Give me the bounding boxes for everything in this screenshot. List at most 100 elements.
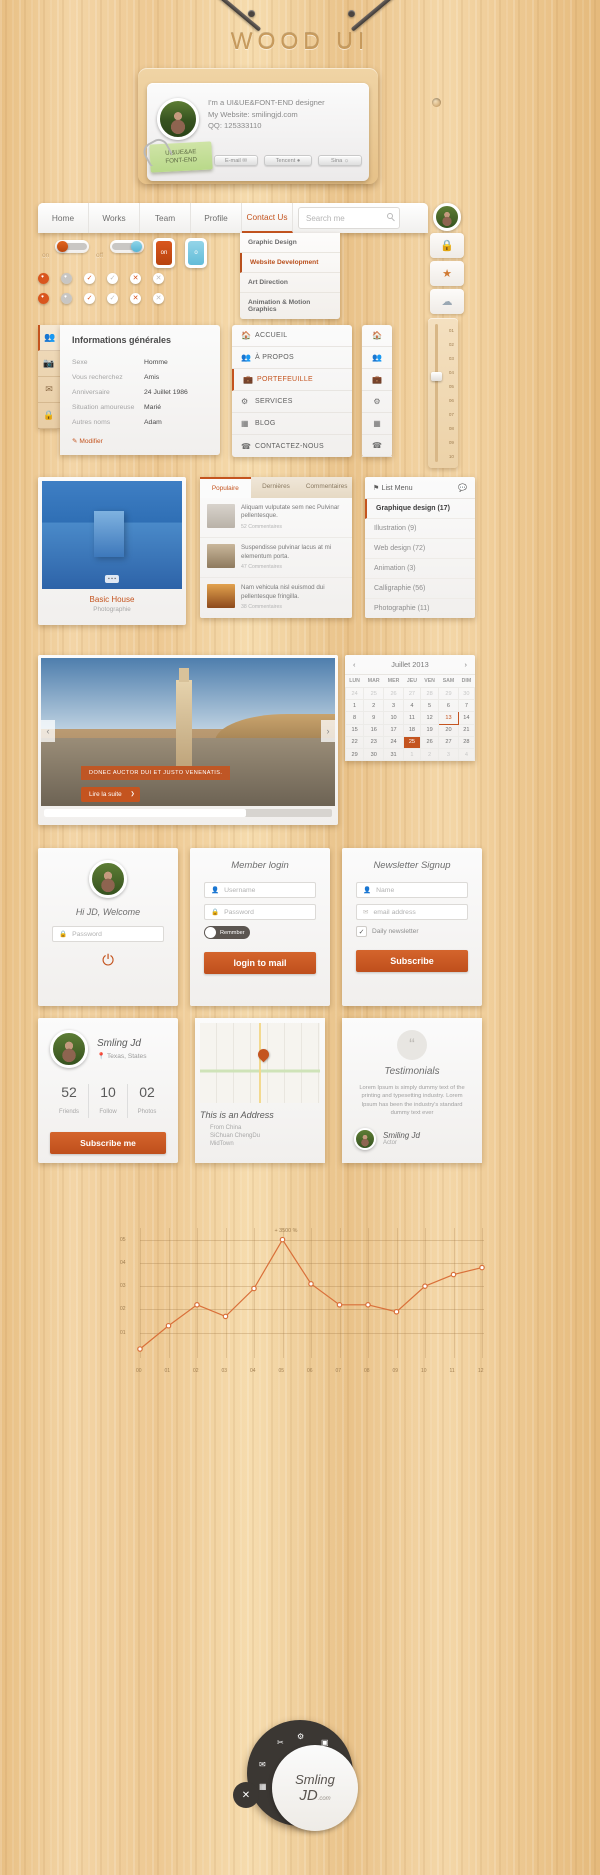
calendar-day[interactable]: 24 [383, 735, 404, 749]
tab-row[interactable]: Nam vehicula nisl euismod dui pellentesq… [200, 578, 352, 617]
calendar-day[interactable]: 3 [383, 699, 404, 713]
calendar-day[interactable]: 26 [420, 735, 440, 749]
icon-menu-users[interactable]: 👥 [362, 347, 392, 369]
toggle-knob[interactable] [57, 241, 68, 252]
toggle-switch-on[interactable] [55, 240, 89, 253]
dot-filled-orange[interactable] [38, 273, 49, 284]
calendar-day[interactable]: 26 [383, 686, 404, 701]
hero-next-button[interactable]: › [321, 720, 335, 742]
name-input[interactable]: 👤 Name [356, 882, 468, 898]
calendar-day[interactable]: 27 [402, 686, 422, 701]
chart-point[interactable] [450, 1271, 457, 1278]
calendar-day[interactable]: 27 [438, 735, 459, 749]
toggle-knob-2[interactable] [131, 241, 142, 252]
nav-item-team[interactable]: Team [140, 203, 191, 233]
mail-icon-2[interactable]: ✉ [259, 1760, 266, 1769]
calendar-day[interactable]: 25 [363, 686, 385, 701]
calendar-day[interactable]: 29 [344, 747, 365, 762]
footer-close-button[interactable]: ✕ [233, 1782, 259, 1808]
side-tab-mail[interactable]: ✉ [38, 377, 60, 403]
comment-icon[interactable]: 💬 [458, 483, 467, 492]
search-icon[interactable] [387, 213, 393, 219]
cross-grey-icon[interactable]: ✕ [153, 273, 164, 284]
calendar-day[interactable]: 10 [383, 711, 404, 725]
subscribe-button[interactable]: Subscribe [356, 950, 468, 972]
calendar-day[interactable]: 12 [420, 711, 440, 725]
hero-read-more-button[interactable]: Lire la suite [81, 787, 140, 802]
vmenu-item-contactez-nous[interactable]: ☎ CONTACTEZ-NOUS [232, 435, 352, 457]
calendar-day[interactable]: 8 [344, 711, 365, 725]
icon-menu-briefcase[interactable]: 💼 [362, 369, 392, 391]
calendar-day[interactable]: 23 [363, 735, 385, 749]
nav-avatar[interactable] [433, 203, 461, 231]
calendar-day[interactable]: 13 [438, 711, 459, 725]
nav-item-contact-us[interactable]: Contact Us [242, 203, 293, 233]
icon-menu-phone[interactable]: ☎ [362, 435, 392, 457]
check-orange-icon[interactable]: ✓ [84, 273, 95, 284]
check-orange-icon-2[interactable]: ✓ [84, 293, 95, 304]
gallery-dots[interactable]: ▪ ▪ ▪ [104, 575, 120, 583]
side-tab-lock[interactable]: 🔒 [38, 403, 60, 429]
vmenu-item-services[interactable]: ⚙ SERVICES [232, 391, 352, 413]
calendar-day[interactable]: 14 [457, 711, 476, 725]
calendar-day[interactable]: 19 [420, 723, 440, 737]
nav-item-profile[interactable]: Profile [191, 203, 242, 233]
slider-knob[interactable] [431, 372, 442, 381]
edit-button[interactable]: ✎ Modifier [72, 437, 208, 445]
vertical-slider[interactable]: 01 02 03 04 05 06 07 08 09 10 [428, 318, 458, 468]
tab-row[interactable]: Aliquam vulputate sem nec Pulvinar pelle… [200, 498, 352, 539]
calendar-day[interactable]: 17 [383, 723, 404, 737]
side-tab-users[interactable]: 👥 [38, 325, 60, 351]
tab-dernieres[interactable]: Dernières [251, 477, 302, 498]
subscribe-me-button[interactable]: Subscribe me [50, 1132, 166, 1154]
search-box[interactable]: Search me [298, 207, 400, 229]
cross-grey-icon-2[interactable]: ✕ [153, 293, 164, 304]
cross-orange-icon[interactable]: ✕ [130, 273, 141, 284]
chart-point[interactable] [365, 1302, 371, 1308]
checkbox-icon[interactable]: ✓ [356, 926, 367, 937]
dot-filled-grey[interactable] [61, 273, 72, 284]
chart-point[interactable] [194, 1302, 200, 1308]
map-image[interactable] [200, 1023, 320, 1103]
grid-icon-3[interactable]: ▦ [259, 1782, 267, 1791]
calendar-day[interactable]: 18 [402, 723, 422, 737]
square-toggle-on[interactable]: on [153, 238, 175, 268]
lock-button[interactable]: 🔒 [430, 233, 464, 258]
calendar-day[interactable]: 20 [438, 723, 459, 737]
calendar-day[interactable]: 1 [344, 699, 365, 713]
vmenu-item-portefeuille[interactable]: 💼 PORTEFEUILLE [232, 369, 352, 391]
list-item-calligraphie[interactable]: Calligraphie (56) [365, 579, 475, 599]
vmenu-item-a-propos[interactable]: 👥 À PROPOS [232, 347, 352, 369]
calendar-day[interactable]: 30 [363, 747, 385, 762]
vmenu-item-blog[interactable]: ▦ BLOG [232, 413, 352, 435]
chart-point[interactable] [479, 1264, 485, 1271]
dropdown-item-art-direction[interactable]: Art Direction [240, 273, 340, 293]
list-item-animation[interactable]: Animation (3) [365, 559, 475, 579]
calendar-prev-button[interactable]: ‹ [353, 660, 355, 669]
calendar-day[interactable]: 25 [402, 735, 422, 749]
calendar-day[interactable]: 6 [438, 699, 459, 713]
tab-commentaires[interactable]: Commentaires [301, 477, 352, 498]
side-tab-image[interactable]: 📷 [38, 351, 60, 377]
calendar-day[interactable]: 28 [420, 686, 440, 701]
nav-item-home[interactable]: Home [38, 203, 89, 233]
calendar-day[interactable]: 21 [457, 723, 476, 737]
calendar-day[interactable]: 7 [457, 699, 476, 713]
dropdown-item-animation[interactable]: Animation & Motion Graphics [240, 293, 340, 319]
password-input[interactable]: 🔒 Password [204, 904, 316, 920]
chart-point[interactable] [165, 1322, 172, 1329]
social-button-sina[interactable]: Sina ☼ [318, 155, 362, 166]
calendar-day[interactable]: 11 [402, 711, 422, 725]
calendar-day[interactable]: 22 [344, 735, 365, 749]
calendar-day[interactable]: 28 [457, 735, 476, 749]
icon-menu-home[interactable]: 🏠 [362, 325, 392, 347]
icon-menu-gear[interactable]: ⚙ [362, 391, 392, 413]
newsletter-checkbox-row[interactable]: ✓ Daily newsletter [356, 926, 468, 937]
calendar-day[interactable]: 4 [457, 747, 476, 762]
star-button[interactable]: ★ [430, 261, 464, 286]
icon-menu-grid[interactable]: ▦ [362, 413, 392, 435]
check-grey-icon[interactable]: ✓ [107, 273, 118, 284]
dropdown-item-website-development[interactable]: Website Development [240, 253, 340, 273]
calendar-day[interactable]: 29 [438, 686, 459, 701]
tab-row[interactable]: Suspendisse pulvinar lacus at mi element… [200, 538, 352, 579]
